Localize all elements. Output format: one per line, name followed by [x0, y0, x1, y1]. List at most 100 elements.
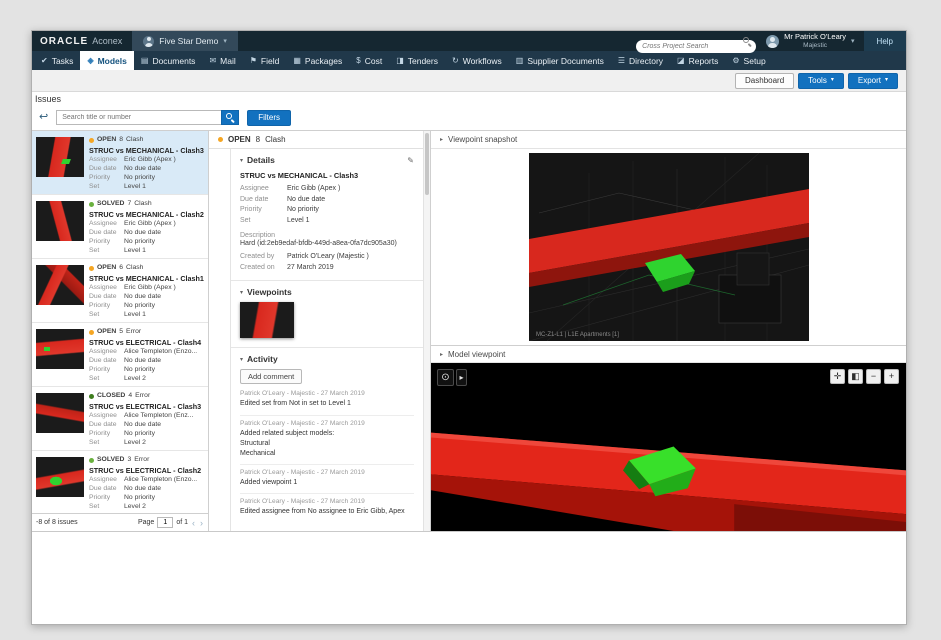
tab-tenders[interactable]: ◨ Tenders [389, 51, 445, 70]
tab-icon: ✔ [41, 56, 48, 65]
set-value: Level 1 [124, 183, 204, 192]
zoom-in-button[interactable]: + [884, 369, 899, 384]
tab-supplier-documents[interactable]: ▥ Supplier Documents [509, 51, 611, 70]
issue-list-item[interactable]: OPEN 8 Clash STRUC vs MECHANICAL - Clash… [32, 131, 208, 195]
issue-list-item[interactable]: SOLVED 7 Clash STRUC vs MECHANICAL - Cla… [32, 195, 208, 259]
issue-type: Error [134, 456, 149, 465]
search-icon [226, 113, 235, 122]
due-date-label: Due date [89, 421, 122, 430]
field-label: Due date [240, 195, 284, 206]
activity-section: ▾ Activity Add comment Patrick O'Leary -… [231, 348, 423, 529]
priority-value: No priority [124, 302, 204, 311]
tab-icon: $ [356, 56, 360, 65]
issue-thumbnail [36, 137, 84, 177]
tab-label: Setup [744, 56, 766, 66]
search-button[interactable] [221, 110, 239, 125]
tab-cost[interactable]: $ Cost [349, 51, 389, 70]
issue-thumbnail [36, 457, 84, 497]
viewpoint-thumbnail[interactable] [240, 302, 294, 338]
tab-workflows[interactable]: ↻ Workflows [445, 51, 509, 70]
activity-list: Patrick O'Leary - Majestic - 27 March 20… [240, 386, 414, 522]
priority-value: No priority [124, 494, 204, 503]
dashboard-button[interactable]: Dashboard [735, 73, 794, 89]
scrollbar-thumb[interactable] [425, 133, 429, 195]
help-link[interactable]: Help [864, 31, 906, 51]
tab-field[interactable]: ⚑ Field [243, 51, 287, 70]
filters-button[interactable]: Filters [247, 110, 291, 126]
issue-title: STRUC vs MECHANICAL - Clash2 [89, 210, 204, 219]
activity-entry: Patrick O'Leary - Majestic - 27 March 20… [240, 465, 414, 494]
set-value: Level 2 [124, 375, 204, 384]
export-button[interactable]: Export▾ [848, 73, 898, 89]
user-menu[interactable]: Mr Patrick O'Leary Majestic ▾ [766, 33, 854, 49]
detail-field-row: Assignee Eric Gibb (Apex ) [240, 184, 414, 195]
viewpoint-snapshot-image[interactable]: MC-Z1-L1 | L1E Apartments [1] [529, 153, 809, 341]
chevron-right-icon: ▸ [440, 136, 443, 143]
due-date-value: No due date [124, 293, 204, 302]
expand-controls-icon[interactable]: ▸ [456, 369, 467, 386]
viewpoint-snapshot-header[interactable]: ▸ Viewpoint snapshot [431, 131, 906, 149]
assignee-value: Eric Gibb (Apex ) [124, 284, 204, 293]
model-viewpoint-header[interactable]: ▸ Model viewpoint [431, 345, 906, 363]
tab-documents[interactable]: ▤ Documents [134, 51, 203, 70]
set-label: Set [89, 503, 122, 512]
tab-icon: ☰ [618, 56, 625, 65]
activity-text: Edited assignee from No assignee to Eric… [240, 507, 414, 517]
issue-title: STRUC vs ELECTRICAL - Clash4 [89, 338, 204, 347]
issue-status: OPEN [228, 135, 251, 144]
edit-icon[interactable]: ✎ [407, 156, 414, 165]
tab-label: Directory [629, 56, 663, 66]
issue-search-input[interactable] [56, 110, 221, 125]
tab-mail[interactable]: ✉ Mail [202, 51, 242, 70]
user-avatar [766, 35, 779, 48]
activity-text: Added related subject models: Structural… [240, 429, 414, 459]
chevron-down-icon[interactable]: ▾ [240, 157, 243, 164]
tools-button[interactable]: Tools▾ [798, 73, 844, 89]
scrollbar[interactable] [423, 131, 430, 531]
issue-details-body: ▾ Details ✎ STRUC vs MECHANICAL - Clash3… [209, 149, 430, 531]
due-date-label: Due date [89, 293, 122, 302]
set-value: Level 1 [124, 247, 204, 256]
collapse-panel-icon[interactable]: ↩ [39, 112, 48, 123]
visibility-eye-button[interactable]: ⊙ [437, 369, 454, 386]
issue-list-item[interactable]: OPEN 6 Clash STRUC vs MECHANICAL - Clash… [32, 259, 208, 323]
issue-list-item[interactable]: SOLVED 3 Error STRUC vs ELECTRICAL - Cla… [32, 451, 208, 513]
chevron-down-icon[interactable]: ▾ [240, 289, 243, 296]
assignee-label: Assignee [89, 476, 122, 485]
tab-setup[interactable]: ⚙ Setup [725, 51, 772, 70]
activity-entry: Patrick O'Leary - Majestic - 27 March 20… [240, 416, 414, 465]
set-value: Level 2 [124, 503, 204, 512]
aconex-window: ORACLE Aconex Five Star Demo ▾ Mr Patric… [31, 30, 907, 625]
model-left-controls: ⊙ ▸ [437, 369, 467, 386]
priority-value: No priority [124, 174, 204, 183]
cross-project-search-input[interactable] [636, 40, 756, 53]
issue-list-item[interactable]: OPEN 5 Error STRUC vs ELECTRICAL - Clash… [32, 323, 208, 387]
tab-tasks[interactable]: ✔ Tasks [34, 51, 80, 70]
field-label: Set [240, 216, 284, 227]
add-comment-button[interactable]: Add comment [240, 369, 302, 384]
page-input[interactable] [157, 517, 173, 528]
pan-button[interactable]: ✛ [830, 369, 845, 384]
tab-models[interactable]: ◈ Models [80, 51, 133, 70]
tab-reports[interactable]: ◪ Reports [670, 51, 725, 70]
model-viewport[interactable]: ⊙ ▸ ✛ ◧ − + [431, 363, 906, 531]
issues-pagination: -8 of 8 issues Page of 1 ‹ › [32, 513, 208, 531]
next-page-icon[interactable]: › [199, 518, 204, 528]
issue-list-item[interactable]: CLOSED 4 Error STRUC vs ELECTRICAL - Cla… [32, 387, 208, 451]
tab-icon: ⚑ [250, 56, 257, 65]
issue-title: STRUC vs MECHANICAL - Clash3 [240, 171, 414, 180]
description-label: Description [240, 232, 414, 239]
issue-type: Clash [265, 135, 285, 144]
created-by-label: Created by [240, 252, 284, 263]
tab-packages[interactable]: ▦ Packages [286, 51, 349, 70]
section-button[interactable]: ◧ [848, 369, 863, 384]
zoom-out-button[interactable]: − [866, 369, 881, 384]
tab-directory[interactable]: ☰ Directory [611, 51, 670, 70]
activity-header: Patrick O'Leary - Majestic - 27 March 20… [240, 469, 414, 476]
search-icon[interactable] [743, 37, 752, 46]
project-selector[interactable]: Five Star Demo ▾ [132, 31, 238, 51]
chevron-down-icon[interactable]: ▾ [240, 356, 243, 363]
prev-page-icon[interactable]: ‹ [191, 518, 196, 528]
issue-type: Clash [134, 200, 151, 209]
priority-label: Priority [89, 494, 122, 503]
